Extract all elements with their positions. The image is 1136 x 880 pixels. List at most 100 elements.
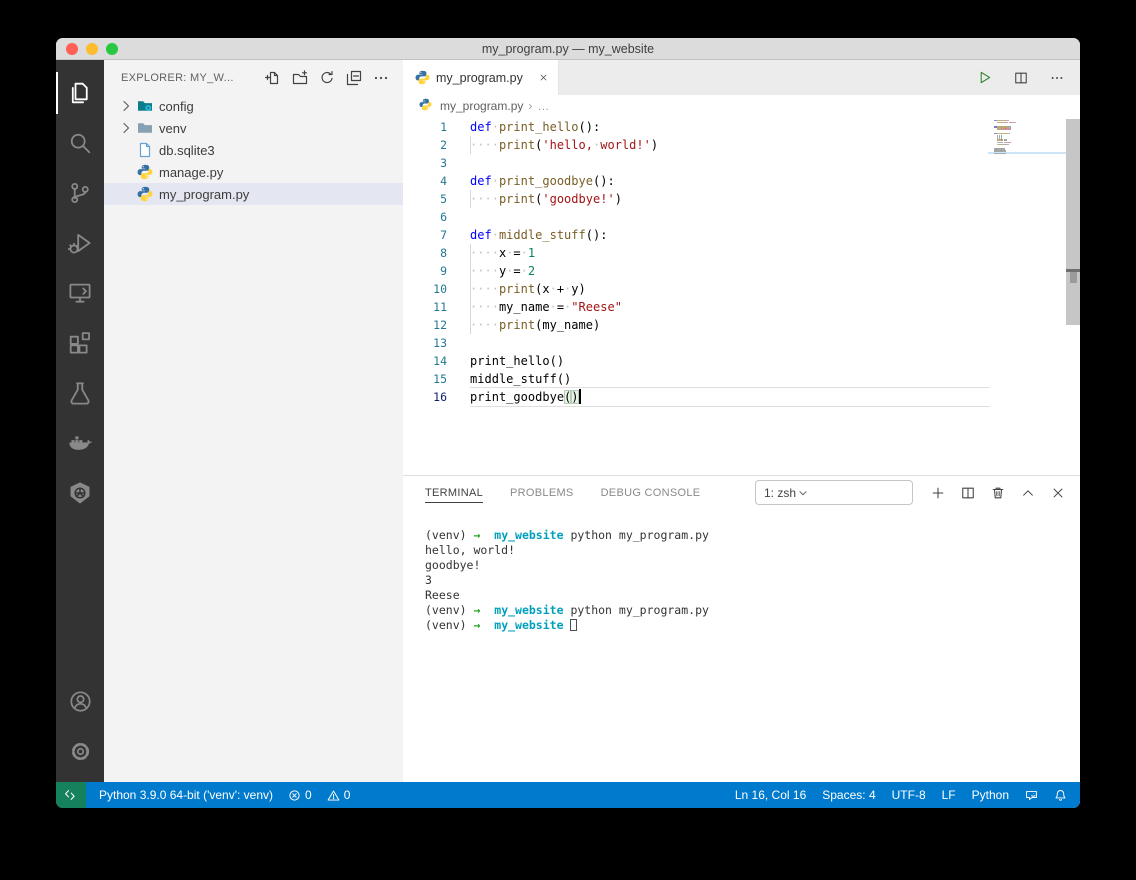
code-line-4[interactable]: 4def·print_goodbye(): [403,172,990,190]
status-errors[interactable]: 0 [288,788,312,802]
line-number[interactable]: 15 [403,370,447,388]
status-encoding[interactable]: UTF-8 [892,788,926,802]
kill-terminal-button[interactable] [991,486,1005,500]
code-line-8[interactable]: 8····x·=·1 [403,244,990,262]
status-python-interpreter[interactable]: Python 3.9.0 64-bit ('venv': venv) [99,788,273,802]
tree-item-label: my_program.py [159,187,249,202]
activity-item-settings[interactable] [56,726,104,776]
minimize-window-button[interactable] [86,43,98,55]
status-notifications[interactable] [1054,789,1067,802]
tree-item-my_program.py[interactable]: my_program.py [104,183,403,205]
terminal-select[interactable]: 1: zsh [755,480,913,505]
chevron-down [796,486,810,500]
line-number[interactable]: 11 [403,298,447,316]
breadcrumb[interactable]: my_program.py › … [403,95,1080,117]
line-number[interactable]: 10 [403,280,447,298]
code-line-6[interactable]: 6 [403,208,990,226]
line-content: ····print('hello,·world!') [470,136,990,154]
zoom-window-button[interactable] [106,43,118,55]
activity-item-docker[interactable] [56,418,104,468]
maximize-panel-button[interactable] [1021,486,1035,500]
collapse-all-button[interactable] [346,70,362,86]
tree-item-manage.py[interactable]: manage.py [104,161,403,183]
activity-item-kubernetes[interactable] [56,468,104,518]
line-number[interactable]: 7 [403,226,447,244]
refresh-icon [319,70,335,86]
line-number[interactable]: 13 [403,334,447,352]
minimap[interactable] [990,117,1066,475]
status-feedback[interactable] [1025,789,1038,802]
code-line-9[interactable]: 9····y·=·2 [403,262,990,280]
panel-tab-terminal[interactable]: TERMINAL [425,483,483,503]
line-number[interactable]: 16 [403,388,447,406]
editor-scrollbar[interactable] [1066,119,1080,325]
folder-config [137,98,153,114]
run-python-file-button[interactable] [977,70,992,85]
code-line-10[interactable]: 10····print(x·+·y) [403,280,990,298]
line-number[interactable]: 8 [403,244,447,262]
code-line-14[interactable]: 14print_hello() [403,352,990,370]
remote-indicator[interactable] [56,782,86,808]
line-number[interactable]: 2 [403,136,447,154]
line-number[interactable]: 12 [403,316,447,334]
status-indentation[interactable]: Spaces: 4 [822,788,875,802]
activity-item-extensions[interactable] [56,318,104,368]
code-line-11[interactable]: 11····my_name·=·"Reese" [403,298,990,316]
breadcrumb-file[interactable]: my_program.py [440,99,523,113]
chevron-right [118,98,134,114]
activity-item-search[interactable] [56,118,104,168]
status-eol[interactable]: LF [942,788,956,802]
code-line-1[interactable]: 1def·print_hello(): [403,118,990,136]
close-window-button[interactable] [66,43,78,55]
new-file-button[interactable] [265,70,281,86]
activity-item-explorer[interactable] [56,68,104,118]
title-bar[interactable]: my_program.py — my_website [56,38,1080,60]
new-folder-button[interactable] [292,70,308,86]
split-terminal-button[interactable] [961,486,975,500]
line-number[interactable]: 6 [403,208,447,226]
activity-item-source-control[interactable] [56,168,104,218]
activity-item-testing[interactable] [56,368,104,418]
code-line-15[interactable]: 15middle_stuff() [403,370,990,388]
panel-tab-problems[interactable]: PROBLEMS [510,483,574,503]
tree-item-db.sqlite3[interactable]: db.sqlite3 [104,139,403,161]
code-line-13[interactable]: 13 [403,334,990,352]
line-content: ····print(my_name) [470,316,990,334]
code-editor[interactable]: 1def·print_hello():2 ····print('hello,·wo… [403,117,1080,475]
more-button[interactable] [373,70,389,86]
code-line-2[interactable]: 2 ····print('hello,·world!') [403,136,990,154]
code-line-3[interactable]: 3 [403,154,990,172]
code-line-5[interactable]: 5····print('goodbye!') [403,190,990,208]
line-content [470,334,990,352]
tree-item-config[interactable]: config [104,95,403,117]
activity-item-remote-explorer[interactable] [56,268,104,318]
python-file-icon [419,98,435,114]
line-number[interactable]: 1 [403,118,447,136]
more-actions-button[interactable] [1050,71,1064,85]
tab-my_program.py[interactable]: my_program.py [403,60,559,95]
code-line-12[interactable]: 12 ····print(my_name) [403,316,990,334]
terminal-output[interactable]: (venv) → my_website python my_program.py… [403,509,1080,782]
line-number[interactable]: 5 [403,190,447,208]
line-number[interactable]: 9 [403,262,447,280]
new-terminal-button[interactable] [931,486,945,500]
tab-close-button[interactable] [539,73,548,82]
panel-tab-debug-console[interactable]: DEBUG CONSOLE [601,483,701,503]
code-line-7[interactable]: 7def·middle_stuff(): [403,226,990,244]
scrollbar-thumb[interactable] [1070,272,1077,283]
activity-item-accounts[interactable] [56,676,104,726]
status-language-mode[interactable]: Python [972,788,1009,802]
line-number[interactable]: 4 [403,172,447,190]
activity-item-run-debug[interactable] [56,218,104,268]
split-editor-button[interactable] [1014,71,1028,85]
panel-header: TERMINAL PROBLEMS DEBUG CONSOLE 1: zsh [403,476,1080,509]
code-line-16[interactable]: 16print_goodbye() [403,388,990,406]
status-warnings[interactable]: 0 [327,788,351,802]
close-panel-button[interactable] [1051,486,1065,500]
refresh-button[interactable] [319,70,335,86]
tree-item-venv[interactable]: venv [104,117,403,139]
line-number[interactable]: 3 [403,154,447,172]
status-cursor-position[interactable]: Ln 16, Col 16 [735,788,806,802]
line-number[interactable]: 14 [403,352,447,370]
breadcrumb-tail[interactable]: … [537,99,549,113]
